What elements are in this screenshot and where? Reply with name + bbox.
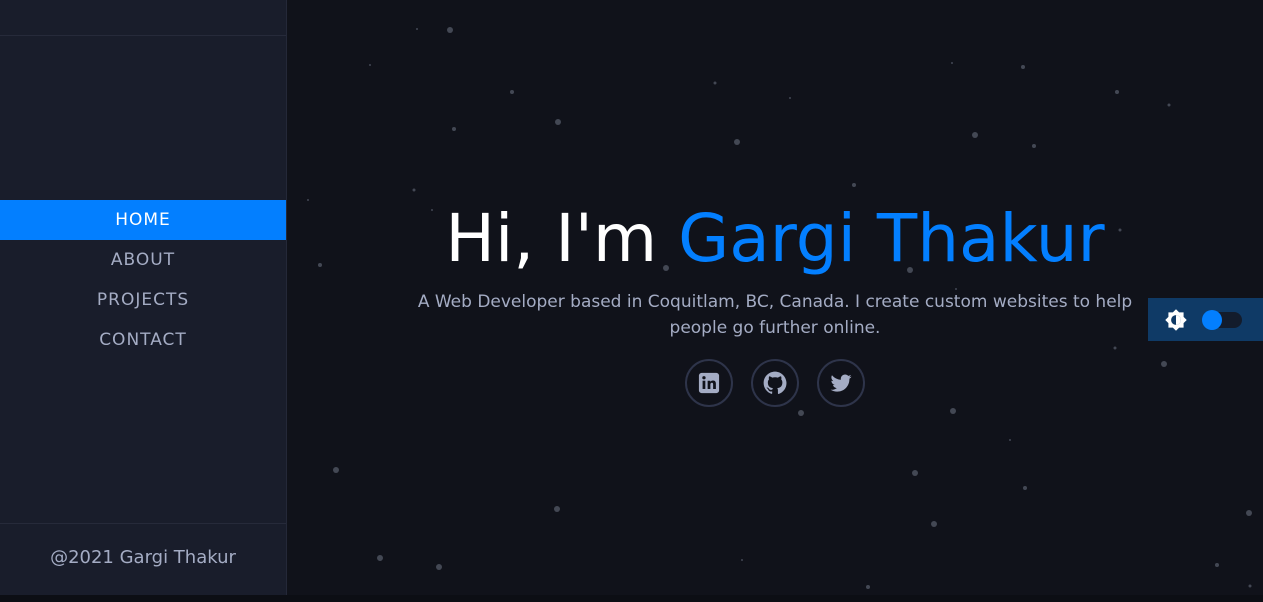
star-dot — [713, 81, 717, 85]
hero-section: Hi, I'm Gargi Thakur A Web Developer bas… — [300, 195, 1250, 407]
star-dot — [1023, 486, 1027, 490]
nav-item-projects[interactable]: PROJECTS — [0, 280, 286, 320]
star-dot — [412, 188, 416, 192]
nav-item-about[interactable]: ABOUT — [0, 240, 286, 280]
copyright-footer: @2021 Gargi Thakur — [50, 547, 236, 568]
star-dot — [798, 410, 804, 416]
star-dot — [789, 97, 791, 99]
star-dot — [741, 559, 743, 561]
star-dot — [1032, 144, 1036, 148]
star-dot — [1215, 563, 1219, 567]
sidebar: HOME ABOUT PROJECTS CONTACT @2021 Gargi … — [0, 0, 287, 595]
linkedin-icon — [698, 372, 720, 394]
theme-switch[interactable] — [1202, 309, 1242, 330]
github-button[interactable] — [751, 359, 799, 407]
hero-greeting: Hi, I'm — [445, 200, 679, 277]
sidebar-nav: HOME ABOUT PROJECTS CONTACT — [0, 200, 286, 360]
star-dot — [951, 62, 953, 64]
page: HOME ABOUT PROJECTS CONTACT @2021 Gargi … — [0, 0, 1263, 602]
star-dot — [912, 470, 918, 476]
star-dot — [852, 183, 856, 187]
star-dot — [1115, 90, 1119, 94]
star-dot — [333, 467, 339, 473]
star-dot — [554, 506, 560, 512]
star-dot — [1167, 103, 1171, 107]
github-icon — [763, 371, 787, 394]
star-dot — [452, 127, 456, 131]
sidebar-divider-bottom — [0, 523, 286, 524]
star-dot — [377, 555, 383, 561]
star-dot — [866, 585, 870, 589]
twitter-icon — [830, 374, 852, 392]
hero-tagline: A Web Developer based in Coquitlam, BC, … — [417, 292, 1133, 338]
hero-name: Gargi Thakur — [678, 200, 1105, 277]
star-dot — [416, 28, 418, 30]
star-dot — [436, 564, 442, 570]
star-dot — [931, 521, 937, 527]
nav-item-home[interactable]: HOME — [0, 200, 286, 240]
social-links — [300, 359, 1250, 407]
page-bottom-edge — [0, 595, 1263, 602]
star-dot — [447, 27, 453, 33]
theme-toggle-panel — [1148, 298, 1263, 341]
star-dot — [369, 64, 371, 66]
brightness-icon — [1165, 308, 1187, 331]
nav-item-contact[interactable]: CONTACT — [0, 320, 286, 360]
star-dot — [1009, 439, 1011, 441]
star-dot — [972, 132, 978, 138]
star-dot — [950, 408, 956, 414]
star-dot — [555, 119, 561, 125]
linkedin-button[interactable] — [685, 359, 733, 407]
star-dot — [1246, 510, 1252, 516]
star-dot — [1021, 65, 1025, 69]
twitter-button[interactable] — [817, 359, 865, 407]
star-dot — [734, 139, 740, 145]
sidebar-divider-top — [0, 35, 286, 36]
theme-switch-knob — [1202, 309, 1222, 330]
star-dot — [510, 90, 514, 94]
hero-headline: Hi, I'm Gargi Thakur — [300, 195, 1250, 283]
star-dot — [1248, 584, 1252, 588]
